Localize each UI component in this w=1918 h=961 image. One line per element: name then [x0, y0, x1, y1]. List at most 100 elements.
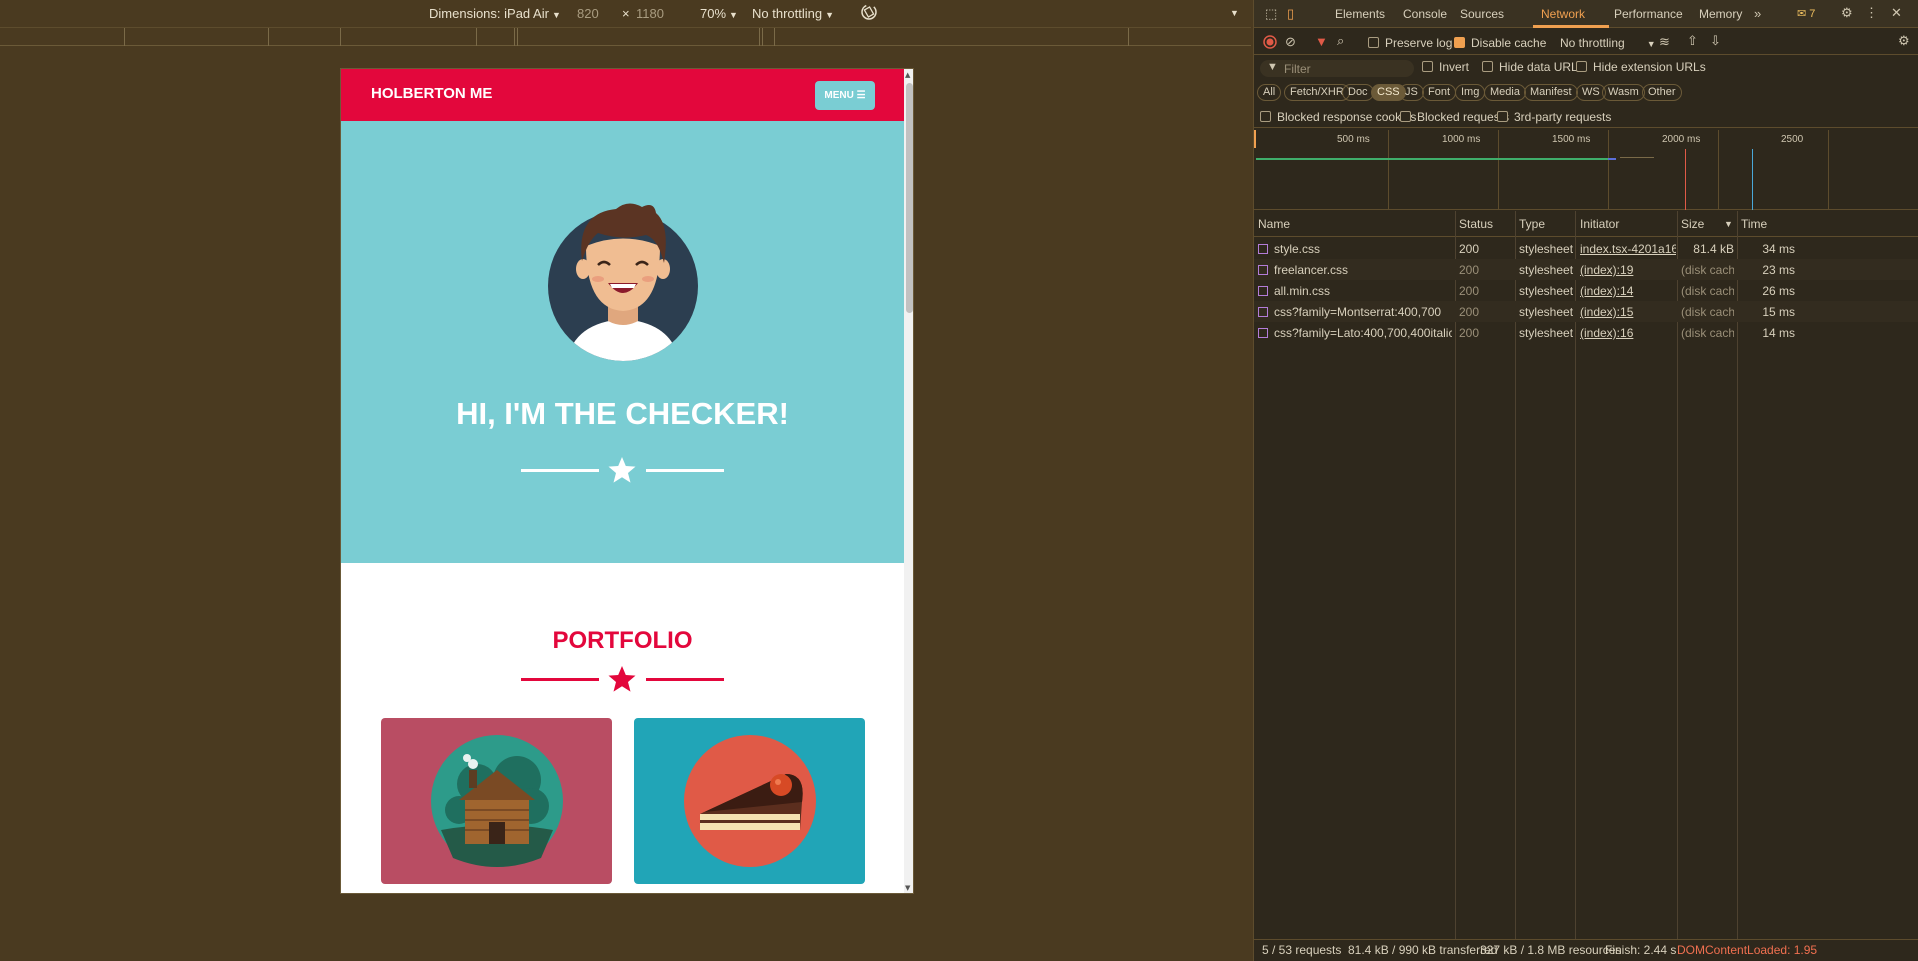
chip-manifest[interactable]: Manifest: [1524, 84, 1578, 101]
device-toolbar: Dimensions: iPad Air ▼ 820 × 1180 70% ▼ No…: [0, 0, 1251, 28]
column-header-time[interactable]: Time: [1741, 211, 1767, 237]
device-toolbar-icon[interactable]: ▯: [1287, 6, 1294, 22]
tab-sources[interactable]: Sources: [1460, 7, 1504, 21]
filter-icon: ▼: [1267, 61, 1278, 73]
tab-network[interactable]: Network: [1541, 7, 1585, 21]
timeline-label: 2500: [1781, 134, 1804, 145]
more-tabs-icon[interactable]: »: [1754, 6, 1761, 21]
checkbox-box: [1454, 37, 1465, 48]
filter-input[interactable]: ▼ Filter: [1260, 60, 1414, 77]
viewport-scrollbar[interactable]: ▲ ▼: [904, 69, 913, 893]
portfolio-item-cabin[interactable]: [381, 718, 612, 884]
network-toolbar: ⊘ ▼ ⌕ Preserve log Disable cache No thro…: [1254, 29, 1918, 55]
blocked-response-cookies-checkbox[interactable]: Blocked response cookies: [1260, 110, 1416, 124]
request-initiator-link[interactable]: (index):16: [1580, 326, 1676, 340]
site-brand[interactable]: HOLBERTON ME: [371, 85, 492, 102]
hero-title: HI, I'M THE CHECKER!: [456, 396, 789, 431]
media-query-ruler[interactable]: [0, 28, 1251, 46]
invert-checkbox[interactable]: Invert: [1422, 60, 1469, 74]
record-icon[interactable]: [1263, 35, 1277, 49]
portfolio-divider: [341, 664, 904, 694]
close-icon[interactable]: ✕: [1891, 5, 1902, 21]
column-header-name[interactable]: Name: [1258, 211, 1290, 237]
timeline-start-handle[interactable]: [1254, 130, 1256, 148]
rotate-icon[interactable]: [860, 3, 878, 24]
request-time: 14 ms: [1762, 326, 1795, 340]
table-row[interactable]: freelancer.css 200 stylesheet (index):19…: [1254, 259, 1918, 280]
import-har-icon[interactable]: ⇧: [1687, 33, 1698, 49]
export-har-icon[interactable]: ⇩: [1710, 33, 1721, 49]
filter-icon[interactable]: ▼: [1315, 34, 1328, 49]
column-header-type[interactable]: Type: [1519, 211, 1545, 237]
network-settings-gear-icon[interactable]: ⚙: [1898, 33, 1910, 49]
menu-button[interactable]: MENU ☰: [815, 81, 875, 110]
domcontentloaded-marker: [1752, 149, 1753, 210]
settings-gear-icon[interactable]: ⚙: [1841, 5, 1853, 21]
throttling-value: No throttling: [752, 6, 823, 21]
tab-performance[interactable]: Performance: [1614, 7, 1683, 21]
preserve-log-checkbox[interactable]: Preserve log: [1368, 36, 1452, 50]
issues-badge[interactable]: ✉ 7: [1797, 7, 1815, 20]
search-icon[interactable]: ⌕: [1337, 33, 1344, 49]
column-header-status[interactable]: Status: [1459, 211, 1493, 237]
network-throttling-select[interactable]: No throttling ▼: [1560, 36, 1656, 50]
portfolio-title: PORTFOLIO: [552, 627, 693, 654]
request-initiator-link[interactable]: index.tsx-4201a16d.js:: [1580, 242, 1676, 256]
device-height-input[interactable]: 1180: [636, 6, 664, 21]
chip-img[interactable]: Img: [1455, 84, 1486, 101]
third-party-requests-checkbox[interactable]: 3rd-party requests: [1497, 110, 1611, 124]
chip-all[interactable]: All: [1257, 84, 1282, 101]
chip-font[interactable]: Font: [1422, 84, 1457, 101]
request-size: (disk cache): [1681, 284, 1734, 298]
zoom-select[interactable]: 70% ▼: [700, 6, 738, 21]
request-size: 81.4 kB: [1693, 242, 1734, 256]
hide-extension-urls-checkbox[interactable]: Hide extension URLs: [1576, 60, 1706, 74]
portfolio-item-cake[interactable]: [634, 718, 865, 884]
network-conditions-icon[interactable]: ≋: [1659, 34, 1670, 50]
stylesheet-file-icon: [1258, 265, 1268, 275]
column-header-initiator[interactable]: Initiator: [1580, 211, 1619, 237]
throttling-select[interactable]: No throttling ▼: [752, 6, 834, 21]
disable-cache-checkbox[interactable]: Disable cache: [1454, 36, 1546, 50]
device-width-input[interactable]: 820: [577, 6, 599, 21]
stylesheet-file-icon: [1258, 328, 1268, 338]
scroll-down-icon[interactable]: ▼: [905, 884, 910, 892]
timeline-label: 1500 ms: [1552, 134, 1591, 145]
column-header-size[interactable]: Size: [1681, 211, 1704, 237]
table-row[interactable]: all.min.css 200 stylesheet (index):14 (d…: [1254, 280, 1918, 301]
tab-elements[interactable]: Elements: [1335, 7, 1385, 21]
timeline-label: 2000 ms: [1662, 134, 1701, 145]
network-overview-timeline[interactable]: 500 ms 1000 ms 1500 ms 2000 ms 2500: [1254, 130, 1918, 210]
table-row[interactable]: style.css 200 stylesheet index.tsx-4201a…: [1254, 238, 1918, 259]
inspect-element-icon[interactable]: ⬚: [1265, 6, 1277, 22]
devtools-tab-bar: ⬚ ▯ Elements Console Sources Network Per…: [1254, 0, 1918, 28]
device-dimensions-select[interactable]: Dimensions: iPad Air ▼: [429, 6, 561, 21]
request-name: css?family=Lato:400,700,400italic,700i..…: [1258, 326, 1452, 340]
chip-doc[interactable]: Doc: [1342, 84, 1374, 101]
scroll-up-icon[interactable]: ▲: [905, 71, 910, 79]
load-event-marker: [1685, 149, 1686, 210]
tab-console[interactable]: Console: [1403, 7, 1447, 21]
chip-fetch-xhr[interactable]: Fetch/XHR: [1284, 84, 1350, 101]
chip-other[interactable]: Other: [1642, 84, 1682, 101]
domcontentloaded-time: DOMContentLoaded: 1.95: [1677, 943, 1818, 957]
request-initiator-link[interactable]: (index):19: [1580, 263, 1676, 277]
scrollbar-thumb[interactable]: [906, 83, 913, 313]
blocked-requests-checkbox[interactable]: Blocked requests: [1400, 110, 1509, 124]
hide-data-urls-checkbox[interactable]: Hide data URLs: [1482, 60, 1584, 74]
tab-memory[interactable]: Memory: [1699, 7, 1742, 21]
chip-wasm[interactable]: Wasm: [1602, 84, 1645, 101]
chip-media[interactable]: Media: [1484, 84, 1526, 101]
table-row[interactable]: css?family=Lato:400,700,400italic,700i..…: [1254, 322, 1918, 343]
device-toolbar-more-icon[interactable]: ▼: [1230, 8, 1239, 18]
table-row[interactable]: css?family=Montserrat:400,700 200 styles…: [1254, 301, 1918, 322]
network-status-bar: 5 / 53 requests 81.4 kB / 990 kB transfe…: [1254, 939, 1918, 961]
request-initiator-link[interactable]: (index):14: [1580, 284, 1676, 298]
request-status: 200: [1459, 326, 1480, 340]
emulated-viewport[interactable]: HOLBERTON ME MENU ☰ HI, I'M THE CHECKER!: [340, 68, 914, 894]
clear-icon[interactable]: ⊘: [1285, 34, 1296, 50]
timeline-label: 1000 ms: [1442, 134, 1481, 145]
kebab-menu-icon[interactable]: ⋮: [1865, 5, 1878, 21]
chip-js[interactable]: JS: [1399, 84, 1424, 101]
request-initiator-link[interactable]: (index):15: [1580, 305, 1676, 319]
